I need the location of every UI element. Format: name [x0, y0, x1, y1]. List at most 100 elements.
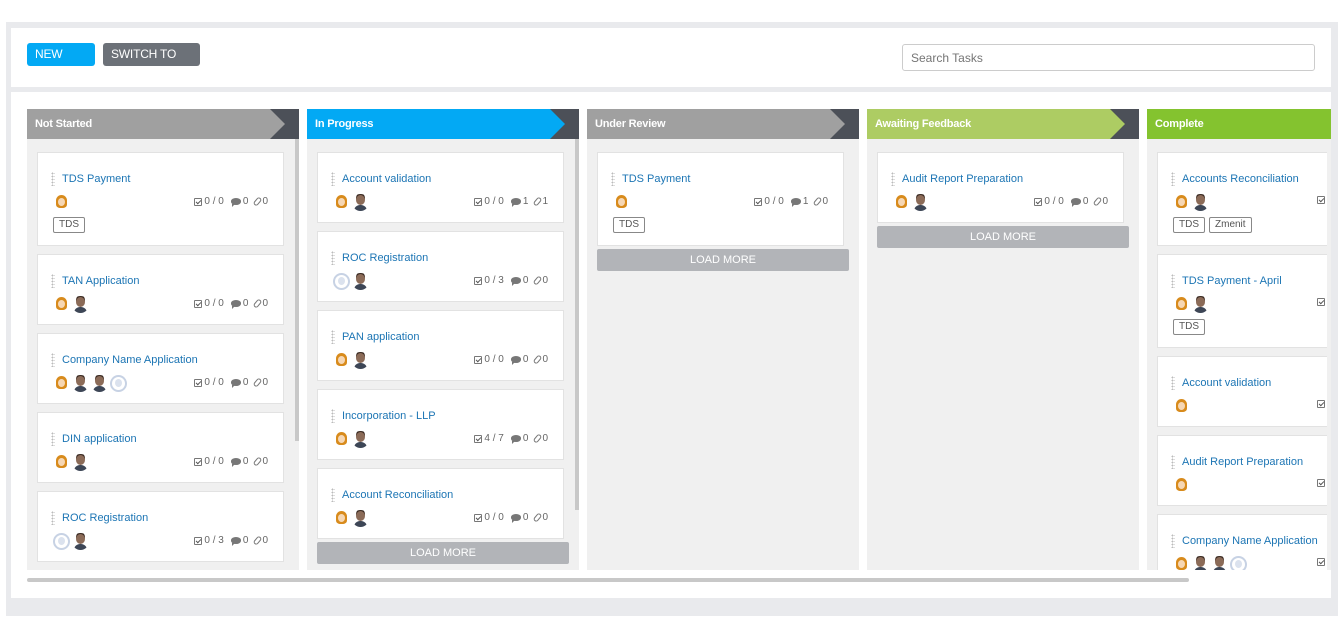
tag-badge[interactable]: Zmenit — [1209, 217, 1252, 233]
task-title-link[interactable]: TDS Payment — [62, 173, 130, 185]
drag-handle-icon[interactable] — [51, 353, 55, 367]
drag-handle-icon[interactable] — [331, 251, 335, 265]
avatar-male[interactable] — [1192, 556, 1209, 570]
drag-handle-icon[interactable] — [331, 409, 335, 423]
tag-badge[interactable]: TDS — [613, 217, 645, 233]
avatar-male[interactable] — [1192, 296, 1209, 313]
task-title-link[interactable]: Account validation — [1182, 377, 1271, 389]
task-title-link[interactable]: Incorporation - LLP — [342, 410, 436, 422]
avatar-male[interactable] — [1211, 556, 1228, 570]
tag-badge[interactable]: TDS — [53, 217, 85, 233]
avatar-male[interactable] — [352, 194, 369, 211]
task-title-link[interactable]: ROC Registration — [62, 512, 148, 524]
drag-handle-icon[interactable] — [51, 432, 55, 446]
task-card[interactable]: Company Name Application — [1157, 514, 1327, 570]
avatar-female[interactable] — [1173, 398, 1190, 415]
drag-handle-icon[interactable] — [1171, 376, 1175, 390]
avatar-male[interactable] — [352, 352, 369, 369]
task-card[interactable]: ROC Registration 0 / 3 0 0 — [37, 491, 284, 562]
task-card[interactable]: Company Name Application 0 / 0 0 0 — [37, 333, 284, 404]
drag-handle-icon[interactable] — [1171, 172, 1175, 186]
task-title-link[interactable]: ROC Registration — [342, 252, 428, 264]
drag-handle-icon[interactable] — [331, 488, 335, 502]
avatar-male[interactable] — [72, 454, 89, 471]
drag-handle-icon[interactable] — [331, 172, 335, 186]
avatar-male[interactable] — [352, 510, 369, 527]
avatar-female[interactable] — [53, 375, 70, 392]
task-title-link[interactable]: Accounts Reconciliation — [1182, 173, 1299, 185]
avatar-blank[interactable] — [53, 533, 70, 550]
tag-badge[interactable]: TDS — [1173, 319, 1205, 335]
search-input[interactable] — [902, 44, 1315, 71]
avatar-female[interactable] — [333, 510, 350, 527]
drag-handle-icon[interactable] — [1171, 455, 1175, 469]
task-card[interactable]: Account validation — [1157, 356, 1327, 427]
task-title-link[interactable]: PAN application — [342, 331, 419, 343]
avatar-male[interactable] — [72, 296, 89, 313]
column-scrollbar[interactable] — [575, 139, 579, 510]
avatar-female[interactable] — [1173, 296, 1190, 313]
avatar-female[interactable] — [333, 431, 350, 448]
tag-badge[interactable]: TDS — [1173, 217, 1205, 233]
avatar-female[interactable] — [1173, 477, 1190, 494]
avatar-male[interactable] — [72, 533, 89, 550]
drag-handle-icon[interactable] — [891, 172, 895, 186]
drag-handle-icon[interactable] — [1171, 534, 1175, 548]
task-title-link[interactable]: Audit Report Preparation — [902, 173, 1023, 185]
task-card[interactable]: TDS Payment 0 / 0 0 0 TDS — [37, 152, 284, 246]
task-card[interactable]: PAN application 0 / 0 0 0 — [317, 310, 564, 381]
task-title-link[interactable]: TDS Payment - April — [1182, 275, 1282, 287]
switch-to-list-button[interactable]: SWITCH TO LIST — [103, 43, 200, 84]
task-title-link[interactable]: Audit Report Preparation — [1182, 456, 1303, 468]
task-title-link[interactable]: DIN application — [62, 433, 137, 445]
task-title-link[interactable]: TAN Application — [62, 275, 139, 287]
task-card[interactable]: TAN Application 0 / 0 0 0 — [37, 254, 284, 325]
task-title-link[interactable]: Account Reconciliation — [342, 489, 453, 501]
avatar-female[interactable] — [53, 454, 70, 471]
task-title-link[interactable]: Account validation — [342, 173, 431, 185]
avatar-blank[interactable] — [333, 273, 350, 290]
task-card[interactable]: Audit Report Preparation — [1157, 435, 1327, 506]
avatar-male[interactable] — [91, 375, 108, 392]
avatar-female[interactable] — [53, 194, 70, 211]
task-card[interactable]: Accounts Reconciliation TDS Zmenit — [1157, 152, 1327, 246]
load-more-button[interactable]: LOAD MORE — [597, 249, 849, 271]
task-title-link[interactable]: Company Name Application — [62, 354, 198, 366]
drag-handle-icon[interactable] — [51, 511, 55, 525]
avatar-male[interactable] — [1192, 194, 1209, 211]
avatar-male[interactable] — [352, 431, 369, 448]
avatar-male[interactable] — [72, 375, 89, 392]
task-card[interactable]: Account Reconciliation 0 / 0 0 0 — [317, 468, 564, 539]
task-card[interactable]: ROC Registration 0 / 3 0 0 — [317, 231, 564, 302]
task-title-link[interactable]: TDS Payment — [622, 173, 690, 185]
avatar-female[interactable] — [1173, 194, 1190, 211]
task-card[interactable]: TDS Payment 0 / 0 1 0 TDS — [597, 152, 844, 246]
task-card[interactable]: Incorporation - LLP 4 / 7 0 0 — [317, 389, 564, 460]
task-card[interactable]: Audit Report Preparation 0 / 0 0 0 — [877, 152, 1124, 223]
drag-handle-icon[interactable] — [51, 172, 55, 186]
column-scrollbar[interactable] — [295, 139, 299, 441]
drag-handle-icon[interactable] — [331, 330, 335, 344]
avatar-female[interactable] — [333, 194, 350, 211]
avatar-female[interactable] — [893, 194, 910, 211]
attachment-count: 0 — [253, 196, 268, 207]
avatar-female[interactable] — [333, 352, 350, 369]
avatar-female[interactable] — [613, 194, 630, 211]
task-card[interactable]: Account validation 0 / 0 1 1 — [317, 152, 564, 223]
avatar-female[interactable] — [1173, 556, 1190, 570]
new-task-button[interactable]: NEW TASK — [27, 43, 95, 84]
avatar-blank[interactable] — [110, 375, 127, 392]
horizontal-scrollbar[interactable] — [27, 578, 1189, 582]
task-card[interactable]: DIN application 0 / 0 0 0 — [37, 412, 284, 483]
task-card[interactable]: TDS Payment - April TDS — [1157, 254, 1327, 348]
drag-handle-icon[interactable] — [1171, 274, 1175, 288]
avatar-female[interactable] — [53, 296, 70, 313]
drag-handle-icon[interactable] — [611, 172, 615, 186]
load-more-button[interactable]: LOAD MORE — [317, 542, 569, 564]
avatar-male[interactable] — [912, 194, 929, 211]
task-title-link[interactable]: Company Name Application — [1182, 535, 1318, 547]
avatar-blank[interactable] — [1230, 556, 1247, 570]
avatar-male[interactable] — [352, 273, 369, 290]
load-more-button[interactable]: LOAD MORE — [877, 226, 1129, 248]
drag-handle-icon[interactable] — [51, 274, 55, 288]
